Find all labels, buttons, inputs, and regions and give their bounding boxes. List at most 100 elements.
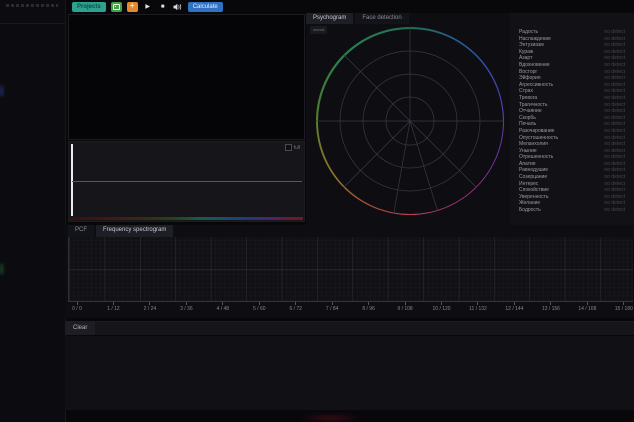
emotion-value: no detect [604,148,625,155]
tick-label: 9 / 108 [397,307,412,312]
emotion-row[interactable]: Опустошенность no detect [519,135,625,142]
axis-tick: 13 / 156 [542,302,560,318]
axis-tick: 14 / 168 [578,302,596,318]
emotion-row[interactable]: Эйфория no detect [519,75,625,82]
tick-label: 4 / 48 [217,307,230,312]
emotion-row[interactable]: Азарт no detect [519,55,625,62]
emotion-row[interactable]: Уверенность no detect [519,194,625,201]
emotion-value: no detect [604,174,625,181]
emotion-name: Разочарование [519,128,554,135]
emotion-value: no detect [604,161,625,168]
clear-button[interactable]: Clear [65,321,95,335]
spectrogram-axis: 0 / 0 1 / 12 2 / 24 3 / 36 [68,301,633,318]
emotion-row[interactable]: Отчаяние no detect [519,108,625,115]
add-tool-button[interactable]: + [127,2,138,12]
psychogram-panel: Psychogram Face detection record [306,13,510,225]
emotion-name: Бодрость [519,207,541,214]
tick-label: 3 / 36 [180,307,193,312]
tick-label: 14 / 168 [578,307,596,312]
emotion-value: no detect [604,200,625,207]
emotion-row[interactable]: Разочарование no detect [519,128,625,135]
axis-tick: 4 / 48 [214,302,232,318]
volume-icon[interactable] [173,2,183,12]
play-icon[interactable]: ▶ [143,2,153,12]
psychogram-radar-chart [316,27,504,215]
emotion-name: Трагичность [519,102,548,109]
tick-mark [514,302,515,305]
tick-mark [222,302,223,305]
emotion-row[interactable]: Страх no detect [519,88,625,95]
full-checkbox-label: full [294,145,300,151]
waveform-panel[interactable]: full [68,141,305,222]
emotion-value: no detect [604,108,625,115]
emotion-row[interactable]: Апатия no detect [519,161,625,168]
tick-label: 1 / 12 [107,307,120,312]
tick-mark [587,302,588,305]
emotion-row[interactable]: Бодрость no detect [519,207,625,214]
projects-button[interactable]: Projects [72,2,106,12]
tab-psychogram[interactable]: Psychogram [306,13,353,24]
emotion-row[interactable]: Энтузиазм no detect [519,42,625,49]
tab-pcf[interactable]: PCF [68,225,94,237]
emotion-name: Вдохновение [519,62,550,69]
emotion-value: no detect [604,154,625,161]
emotion-row[interactable]: Скорбь no detect [519,115,625,122]
emotion-name: Азарт [519,55,532,62]
emotion-value: no detect [604,88,625,95]
tick-mark [368,302,369,305]
emotion-row[interactable]: Наслаждение no detect [519,36,625,43]
emotion-value: no detect [604,141,625,148]
emotion-row[interactable]: Уныние no detect [519,148,625,155]
tick-label: 2 / 24 [144,307,157,312]
tick-label: 7 / 84 [326,307,339,312]
emotion-row[interactable]: Трагичность no detect [519,102,625,109]
emotion-row[interactable]: Агрессивность no detect [519,82,625,89]
tab-frequency-spectrogram[interactable]: Frequency spectrogram [96,225,173,237]
emotion-name: Печаль [519,121,536,128]
emotion-name: Отрешенность [519,154,553,161]
emotion-name: Уныние [519,148,537,155]
emotion-value: no detect [604,102,625,109]
emotion-name: Кураж [519,49,533,56]
emotion-row[interactable]: Желание no detect [519,200,625,207]
axis-tick: 9 / 108 [396,302,414,318]
tick-label: 15 / 180 [615,307,633,312]
clear-bar-track [95,321,634,335]
emotion-row[interactable]: Печаль no detect [519,121,625,128]
emotion-row[interactable]: Отрешенность no detect [519,154,625,161]
emotion-row[interactable]: Тревога no detect [519,95,625,102]
calculate-button[interactable]: Calculate [188,2,223,12]
tick-mark [623,302,624,305]
emotion-row[interactable]: Спокойствие no detect [519,187,625,194]
full-checkbox[interactable]: full [285,144,300,151]
tick-mark [405,302,406,305]
image-tool-button[interactable] [111,2,122,12]
emotion-row[interactable]: Созерцание no detect [519,174,625,181]
tick-mark [186,302,187,305]
axis-tick: 5 / 60 [250,302,268,318]
playhead-cursor[interactable] [71,144,73,216]
stop-icon[interactable]: ■ [158,2,168,12]
tick-label: 12 / 144 [505,307,523,312]
edge-artifact [0,86,3,96]
emotion-row[interactable]: Равнодушие no detect [519,167,625,174]
emotion-row[interactable]: Радость no detect [519,29,625,36]
emotion-row[interactable]: Вдохновение no detect [519,62,625,69]
emotion-name: Созерцание [519,174,547,181]
emotion-value: no detect [604,115,625,122]
emotion-row[interactable]: Меланхолия no detect [519,141,625,148]
emotion-value: no detect [604,187,625,194]
emotion-name: Уверенность [519,194,549,201]
sidebar [0,0,66,422]
emotion-value: no detect [604,194,625,201]
axis-tick: 0 / 0 [68,302,86,318]
tick-label: 6 / 72 [289,307,302,312]
axis-tick: 7 / 84 [323,302,341,318]
axis-tick: 1 / 12 [104,302,122,318]
emotion-name: Энтузиазм [519,42,544,49]
spectrogram-plot[interactable] [68,237,633,301]
tick-mark [332,302,333,305]
waveform-baseline [72,181,302,182]
tab-face-detection[interactable]: Face detection [355,13,408,24]
emotion-row[interactable]: Кураж no detect [519,49,625,56]
